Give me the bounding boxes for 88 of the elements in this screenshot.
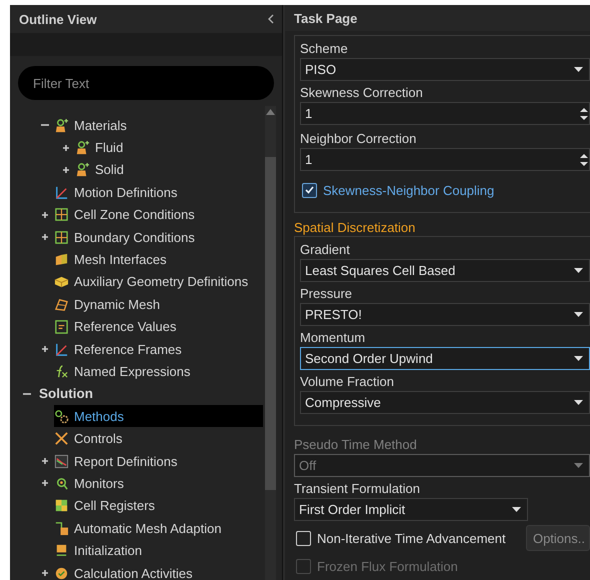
grid-icon (54, 207, 69, 222)
function-icon (54, 364, 69, 379)
field-label: Scheme (300, 40, 349, 58)
badge-icon (54, 566, 69, 580)
expand-icon[interactable] (62, 166, 70, 174)
scroll-up-icon[interactable] (266, 109, 275, 115)
material-icon (75, 140, 90, 156)
tree-item[interactable]: Boundary Conditions (54, 226, 263, 248)
expand-icon[interactable] (41, 210, 49, 219)
field-label: Gradient (300, 241, 351, 259)
checkbox-label: Non-Iterative Time Advancement (317, 530, 506, 546)
material-icon (54, 118, 69, 133)
blocks-icon (54, 252, 69, 268)
caret-icon (574, 400, 583, 405)
spinner-arrows-icon[interactable] (580, 106, 588, 120)
field-label: Skewness Correction (300, 84, 424, 102)
dropdown[interactable]: Second Order Upwind (300, 347, 590, 370)
gear-icon (54, 408, 69, 424)
checkbox-label: Skewness-Neighbor Coupling (323, 182, 494, 198)
tree-item[interactable]: Reference Frames (54, 338, 263, 360)
tree-item[interactable]: Solution (39, 382, 263, 405)
tree-item[interactable]: Fluid (75, 136, 263, 159)
expand-icon[interactable] (41, 345, 49, 354)
dropdown[interactable]: First Order Implicit (294, 498, 528, 521)
caret-icon (574, 463, 583, 468)
panel-title: Task Page (294, 10, 358, 26)
mesh-adapt-icon (54, 520, 69, 536)
chart-icon (54, 454, 69, 469)
expand-icon[interactable] (41, 233, 49, 242)
tree-item[interactable]: Named Expressions (54, 360, 263, 382)
tree-item[interactable]: Auxiliary Geometry Definitions (54, 270, 263, 293)
expand-icon[interactable] (62, 144, 70, 152)
tree-item[interactable]: Solid (75, 158, 263, 181)
dropdown[interactable]: Compressive (300, 391, 590, 414)
caret-icon (574, 268, 583, 273)
axes-icon (54, 342, 69, 357)
grid-icon (54, 230, 69, 245)
field-label: Volume Fraction (300, 373, 395, 391)
tree-item[interactable]: Report Definitions (54, 450, 263, 472)
expand-icon[interactable] (41, 457, 49, 466)
material-icon (75, 162, 90, 178)
collapse-panel-icon[interactable] (267, 14, 274, 24)
field-label: Pseudo Time Method (294, 436, 418, 454)
dropdown[interactable]: PISO (300, 58, 590, 81)
scrollbar[interactable] (265, 106, 276, 580)
number-field[interactable]: 1 (300, 102, 590, 125)
number-field[interactable]: 1 (300, 148, 590, 171)
monitor-icon (54, 476, 69, 491)
caret-icon (512, 507, 521, 512)
tree-item[interactable]: Dynamic Mesh (54, 293, 263, 316)
tree-item[interactable]: Initialization (54, 540, 263, 562)
filter-field[interactable]: Filter Text (18, 66, 274, 100)
expand-icon[interactable] (41, 479, 49, 488)
caret-icon (574, 312, 583, 317)
field-label: Momentum (300, 329, 366, 347)
tree-item[interactable]: Calculation Activities (54, 562, 263, 580)
tools-icon (54, 431, 69, 446)
caret-icon (574, 67, 583, 72)
tree-item[interactable]: Cell Registers (54, 494, 263, 517)
caret-icon (574, 356, 583, 361)
cube-icon (54, 274, 69, 290)
field-label: Transient Formulation (294, 480, 421, 498)
axes-icon (54, 184, 69, 200)
tree-item[interactable]: Monitors (54, 472, 263, 494)
checkbox[interactable] (302, 182, 317, 198)
tree-item[interactable]: Automatic Mesh Adaption (54, 517, 263, 540)
field-label: Neighbor Correction (300, 130, 418, 148)
clipboard-icon (54, 319, 69, 334)
expand-icon[interactable] (41, 569, 49, 577)
checkbox-label: Frozen Flux Formulation (317, 558, 458, 574)
section-heading: Spatial Discretization (294, 220, 416, 235)
dropdown[interactable]: PRESTO! (300, 303, 590, 326)
tree-item[interactable]: Cell Zone Conditions (54, 204, 263, 226)
tree-item[interactable]: Controls (54, 428, 263, 450)
tree-item[interactable]: Methods (54, 405, 263, 428)
mesh-icon (54, 296, 69, 312)
dropdown[interactable]: Least Squares Cell Based (300, 259, 590, 282)
tree-item[interactable]: Mesh Interfaces (54, 248, 263, 271)
tree-item[interactable]: Reference Values (54, 316, 263, 338)
spinner-arrows-icon[interactable] (580, 152, 588, 166)
init-icon (54, 543, 69, 558)
options-button[interactable]: Options.. (526, 525, 590, 551)
tree-item[interactable]: Materials (54, 114, 263, 136)
checkmark-icon (305, 186, 314, 194)
tree-item[interactable]: Motion Definitions (54, 181, 263, 204)
panel-title: Outline View (19, 12, 97, 26)
field-label: Pressure (300, 285, 354, 303)
checker-icon (54, 498, 69, 514)
